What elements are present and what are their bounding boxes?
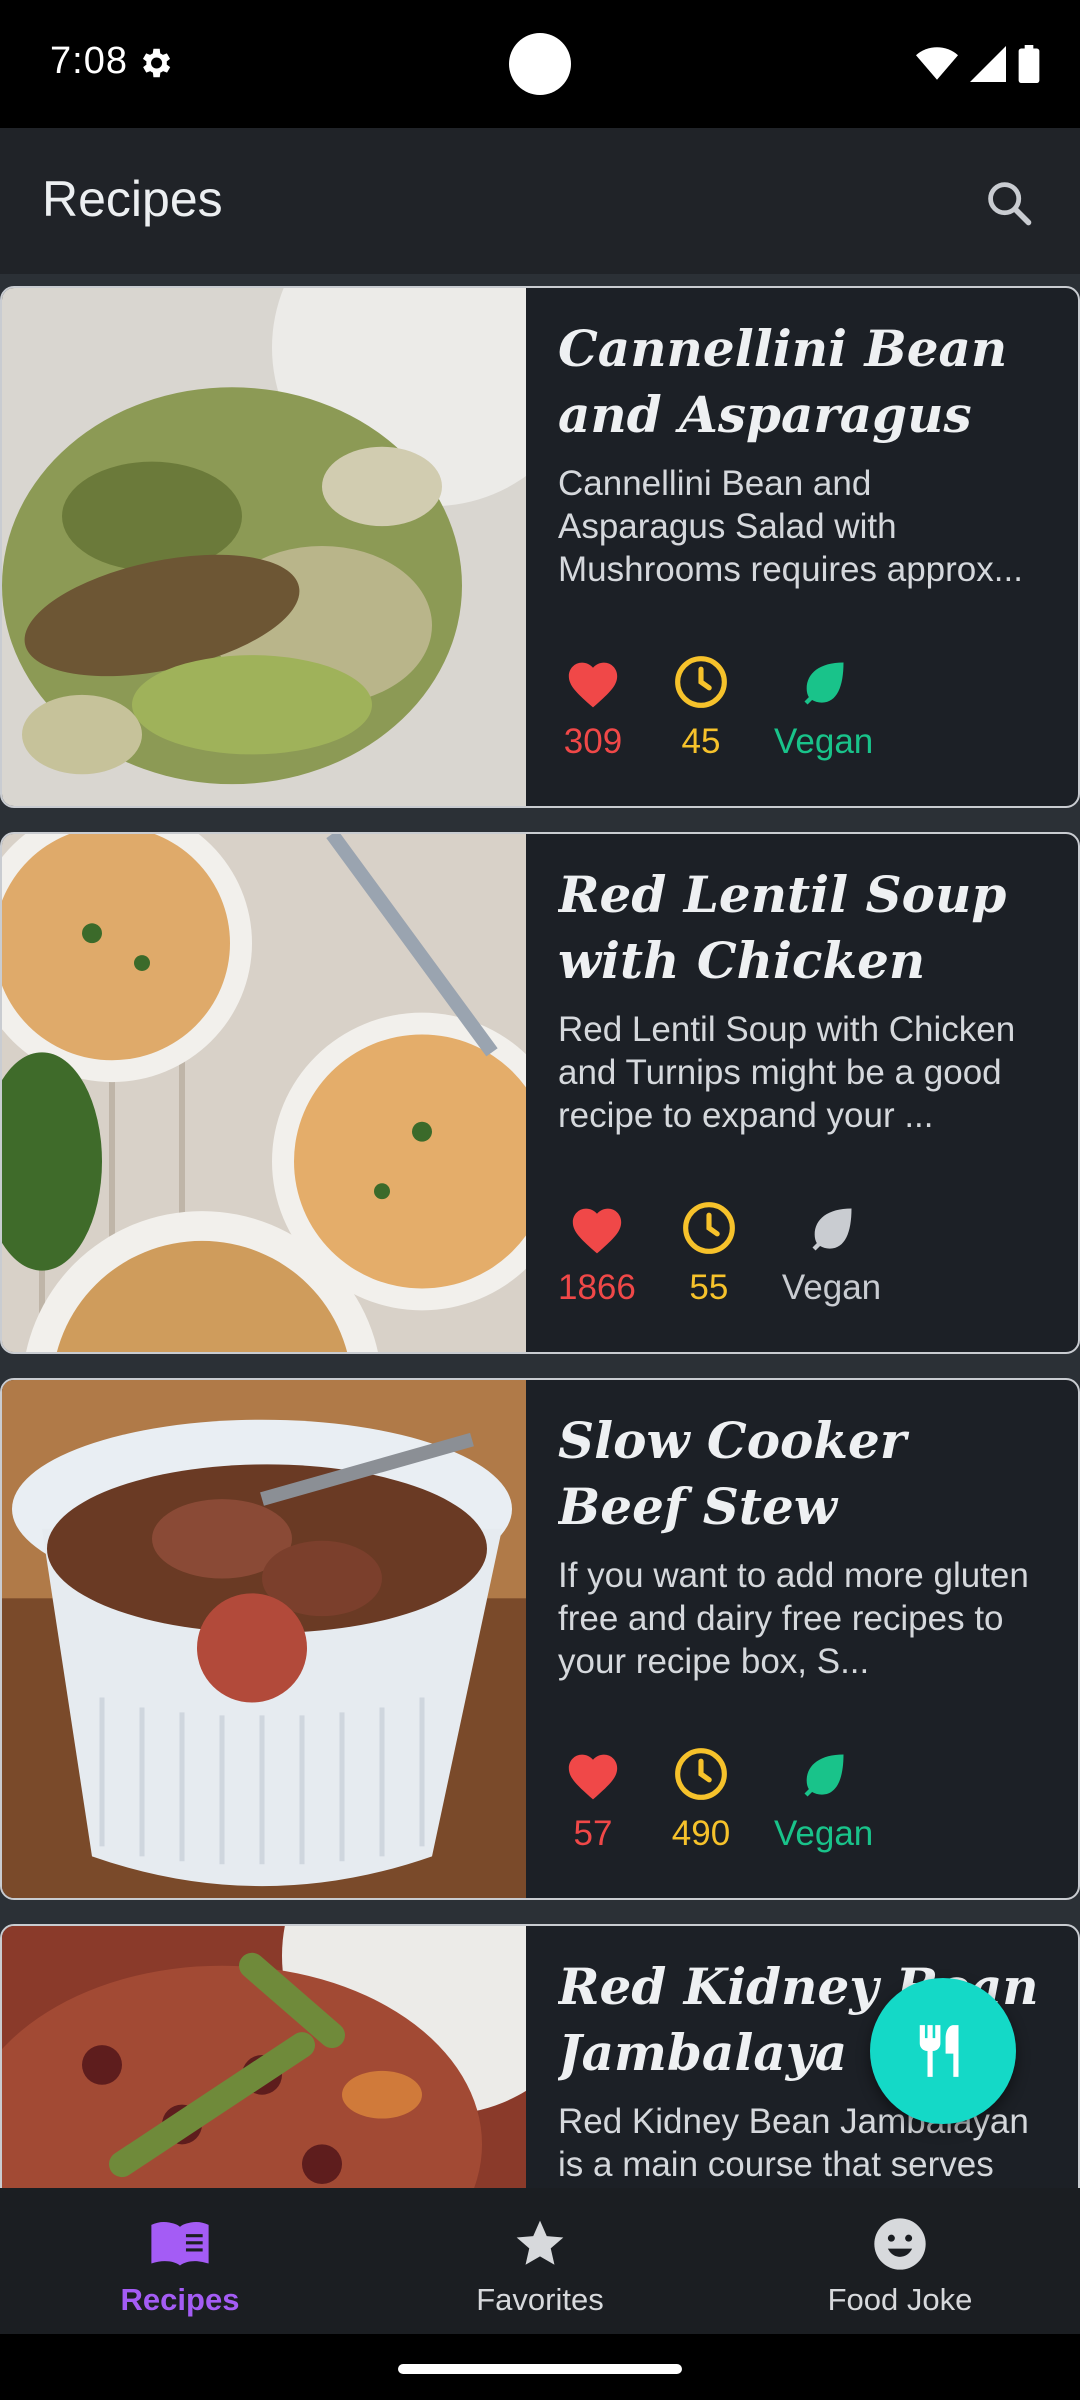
time-stat: 55 <box>674 1198 744 1308</box>
clock-icon <box>675 1748 727 1800</box>
vegan-stat: Vegan <box>782 1198 881 1308</box>
recipe-list[interactable]: Cannellini Bean and Asparagus Salad w...… <box>0 284 1080 2188</box>
clock-icon <box>682 1202 735 1254</box>
status-bar: 7:08 <box>0 0 1080 128</box>
heart-icon <box>568 1754 618 1800</box>
likes-stat: 1866 <box>558 1198 636 1308</box>
recipe-stats: 57 490 Vegan <box>558 1744 873 1854</box>
smiley-icon <box>874 2218 926 2270</box>
menu-book-icon <box>151 2221 209 2266</box>
likes-stat: 309 <box>558 652 628 762</box>
status-icons <box>916 44 1040 84</box>
nav-label-favorites: Favorites <box>476 2282 604 2317</box>
home-gesture-handle[interactable] <box>398 2364 682 2374</box>
food-joke-fab[interactable] <box>870 1978 1016 2124</box>
settings-gear-icon <box>142 48 171 78</box>
vegan-label: Vegan <box>774 1814 874 1853</box>
vegan-stat: Vegan <box>774 1744 873 1854</box>
recipe-stats: 309 45 Vegan <box>558 652 873 762</box>
recipe-description: Cannellini Bean and Asparagus Salad with… <box>558 464 1023 589</box>
bottom-navigation: Recipes Favorites Food Joke <box>0 2188 1080 2334</box>
recipe-card-body: Cannellini Bean and Asparagus Salad w...… <box>526 288 1078 806</box>
search-button[interactable] <box>974 168 1044 238</box>
likes-count: 1866 <box>558 1268 636 1307</box>
star-icon <box>516 2220 564 2265</box>
recipe-description: If you want to add more gluten free and … <box>558 1556 1029 1681</box>
likes-count: 57 <box>573 1814 613 1853</box>
restaurant-icon <box>919 2025 959 2077</box>
nav-item-recipes[interactable]: Recipes <box>0 2188 360 2334</box>
recipe-card-body: Slow Cooker Beef Stew If you want to add… <box>526 1380 1078 1898</box>
recipe-title: Cannellini Bean and Asparagus Salad w... <box>558 319 1008 444</box>
recipe-title: Red Lentil Soup with Chicken and Turnips <box>558 865 1007 990</box>
recipe-image <box>2 1926 526 2188</box>
search-icon <box>988 182 1032 226</box>
gesture-navigation-bar <box>0 2334 1080 2400</box>
leaf-icon <box>804 662 844 705</box>
heart-icon <box>568 662 618 708</box>
vegan-label: Vegan <box>781 1268 882 1307</box>
recipe-description: Red Lentil Soup with Chicken and Turnips… <box>558 1010 1016 1135</box>
recipe-image <box>2 834 526 1352</box>
page-title: Recipes <box>42 171 223 227</box>
signal-icon <box>970 46 1006 82</box>
recipe-card[interactable]: Slow Cooker Beef Stew If you want to add… <box>0 1378 1080 1900</box>
camera-cutout <box>509 33 571 95</box>
recipe-image <box>2 1380 526 1898</box>
wifi-icon <box>916 47 958 80</box>
recipe-card-body: Red Lentil Soup with Chicken and Turnips… <box>526 834 1078 1352</box>
recipe-card[interactable]: Red Lentil Soup with Chicken and Turnips… <box>0 832 1080 1354</box>
time-stat: 45 <box>666 652 736 762</box>
recipe-card[interactable]: Cannellini Bean and Asparagus Salad w...… <box>0 286 1080 808</box>
time-minutes: 490 <box>671 1814 731 1853</box>
vegan-label: Vegan <box>774 722 874 761</box>
nav-item-favorites[interactable]: Favorites <box>360 2188 720 2334</box>
time-minutes: 55 <box>689 1268 729 1307</box>
screen: 7:08 Recipes Cannellini Bean and Asparag… <box>0 0 1080 2400</box>
heart-icon <box>572 1208 622 1254</box>
battery-icon <box>1018 45 1040 83</box>
recipe-title: Slow Cooker Beef Stew <box>558 1411 907 1536</box>
app-bar: Recipes <box>0 128 1080 274</box>
recipe-stats: 1866 55 Vegan <box>558 1198 881 1308</box>
likes-stat: 57 <box>558 1744 628 1854</box>
recipe-image <box>2 288 526 806</box>
clock-icon <box>675 656 727 708</box>
leaf-icon <box>804 1754 844 1797</box>
status-time: 7:08 <box>50 40 128 82</box>
likes-count: 309 <box>563 722 623 761</box>
nav-label-food-joke: Food Joke <box>827 2282 973 2317</box>
nav-label-recipes: Recipes <box>120 2282 240 2317</box>
vegan-stat: Vegan <box>774 652 873 762</box>
nav-item-food-joke[interactable]: Food Joke <box>720 2188 1080 2334</box>
leaf-icon <box>812 1208 852 1251</box>
time-minutes: 45 <box>681 722 721 761</box>
time-stat: 490 <box>666 1744 736 1854</box>
